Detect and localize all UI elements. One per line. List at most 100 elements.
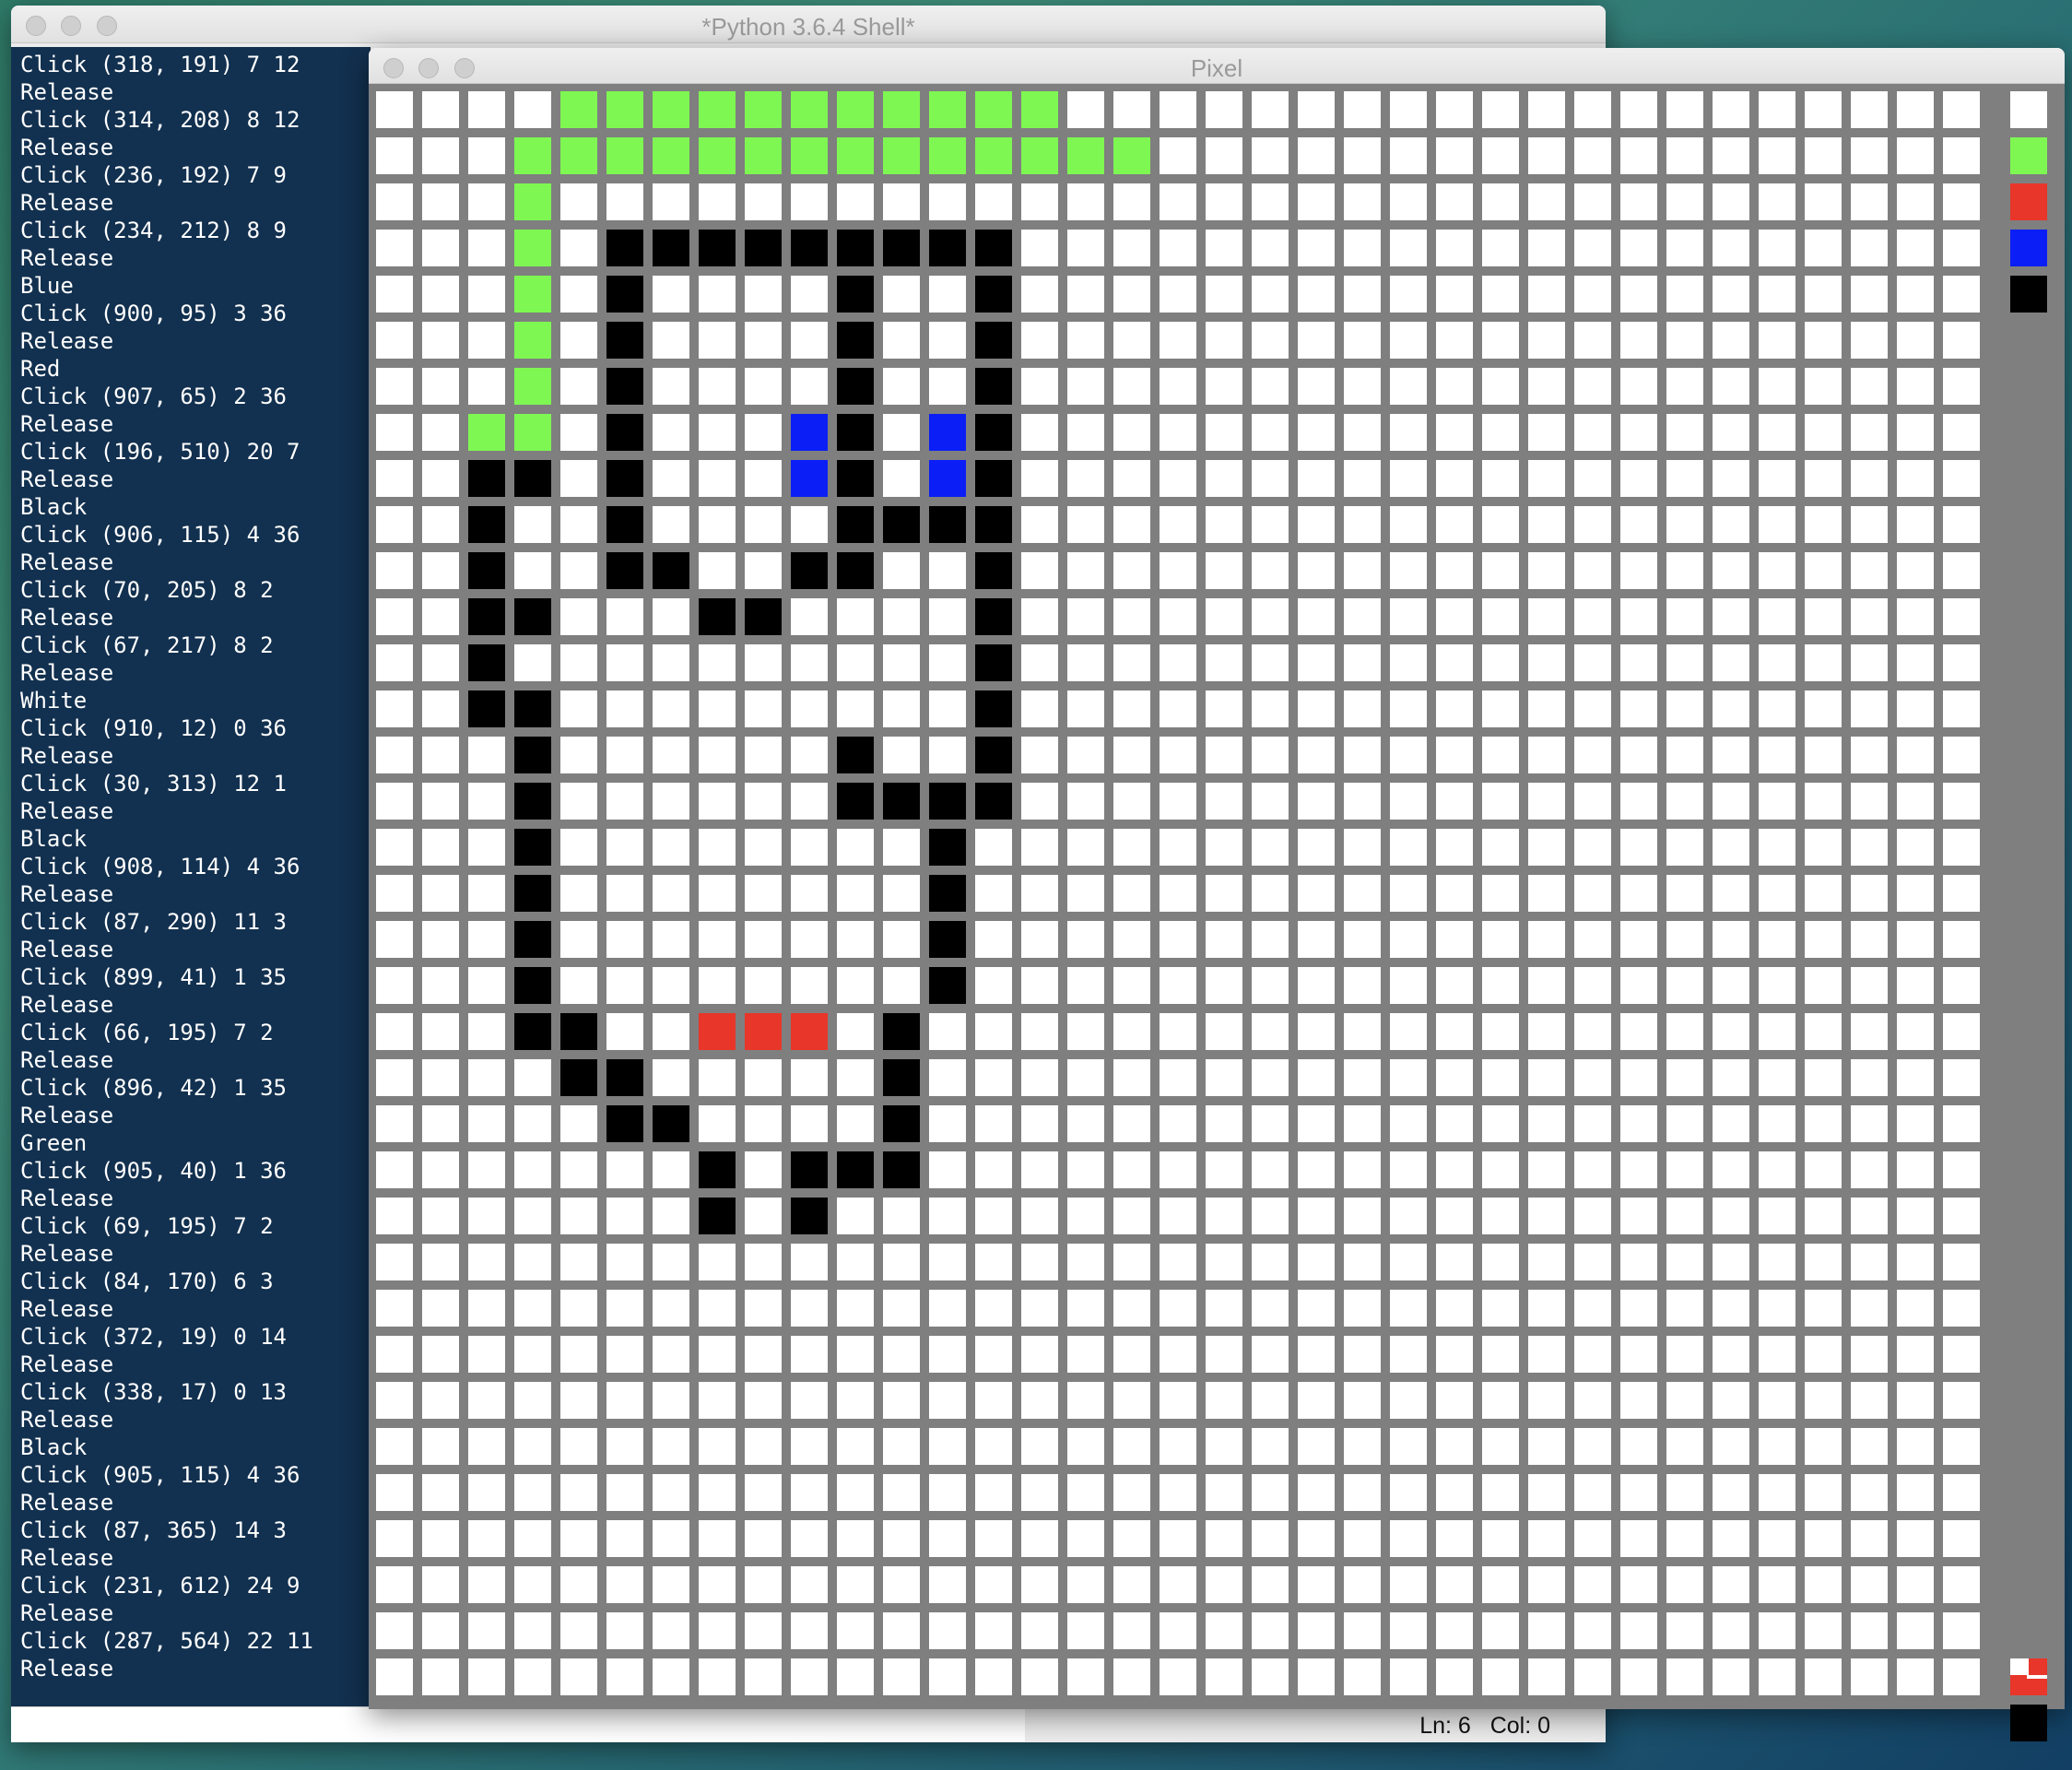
pixel-cell[interactable] <box>1206 1336 1242 1373</box>
pixel-cell[interactable] <box>653 1013 689 1050</box>
pixel-cell[interactable] <box>1851 967 1888 1004</box>
pixel-cell[interactable] <box>1528 875 1565 912</box>
pixel-cell[interactable] <box>1206 829 1242 866</box>
pixel-cell[interactable] <box>1113 368 1150 405</box>
pixel-cell[interactable] <box>1113 322 1150 359</box>
pixel-cell[interactable] <box>1943 921 1980 958</box>
pixel-cell[interactable] <box>422 783 459 820</box>
pixel-cell[interactable] <box>1620 1198 1657 1234</box>
pixel-cell[interactable] <box>606 1244 643 1280</box>
pixel-cell[interactable] <box>376 506 413 543</box>
pixel-cell[interactable] <box>1897 322 1934 359</box>
pixel-cell[interactable] <box>1897 1151 1934 1188</box>
pixel-cell[interactable] <box>1344 1520 1381 1557</box>
pixel-cell[interactable] <box>1206 322 1242 359</box>
pixel-cell[interactable] <box>1759 690 1795 727</box>
pixel-cell[interactable] <box>1759 1244 1795 1280</box>
pixel-cell[interactable] <box>929 921 966 958</box>
pixel-cell[interactable] <box>1851 1612 1888 1649</box>
pixel-cell[interactable] <box>1252 322 1289 359</box>
pixel-cell[interactable] <box>837 690 874 727</box>
pixel-cell[interactable] <box>422 829 459 866</box>
pixel-cell[interactable] <box>837 1059 874 1096</box>
pixel-cell[interactable] <box>791 1336 828 1373</box>
pixel-cell[interactable] <box>514 1198 551 1234</box>
pixel-cell[interactable] <box>606 644 643 681</box>
pixel-cell[interactable] <box>1943 1520 1980 1557</box>
pixel-cell[interactable] <box>1620 506 1657 543</box>
pixel-cell[interactable] <box>929 875 966 912</box>
pixel-cell[interactable] <box>1206 137 1242 174</box>
pixel-cell[interactable] <box>606 1059 643 1096</box>
pixel-cell[interactable] <box>1666 414 1703 451</box>
pixel-cell[interactable] <box>376 967 413 1004</box>
pixel-cell[interactable] <box>1897 368 1934 405</box>
pixel-cell[interactable] <box>1252 644 1289 681</box>
pixel-cell[interactable] <box>1344 276 1381 313</box>
pixel-cell[interactable] <box>1298 322 1335 359</box>
pixel-cell[interactable] <box>606 506 643 543</box>
pixel-cell[interactable] <box>606 783 643 820</box>
pixel-cell[interactable] <box>1713 1566 1749 1603</box>
pixel-cell[interactable] <box>1298 552 1335 589</box>
pixel-cell[interactable] <box>1390 598 1427 635</box>
pixel-cell[interactable] <box>1620 967 1657 1004</box>
pixel-cell[interactable] <box>1390 1105 1427 1142</box>
pixel-cell[interactable] <box>1666 506 1703 543</box>
pixel-cell[interactable] <box>1390 1382 1427 1419</box>
pixel-cell[interactable] <box>1759 1105 1795 1142</box>
pixel-cell[interactable] <box>653 183 689 220</box>
pixel-cell[interactable] <box>468 91 505 128</box>
pixel-cell[interactable] <box>1528 967 1565 1004</box>
pixel-cell[interactable] <box>376 552 413 589</box>
pixel-cell[interactable] <box>1113 506 1150 543</box>
pixel-cell[interactable] <box>791 644 828 681</box>
pixel-cell[interactable] <box>422 1151 459 1188</box>
pixel-cell[interactable] <box>1344 1105 1381 1142</box>
pixel-cell[interactable] <box>1759 91 1795 128</box>
pixel-cell[interactable] <box>1390 552 1427 589</box>
pixel-cell[interactable] <box>1344 598 1381 635</box>
pixel-cell[interactable] <box>1713 921 1749 958</box>
pixel-cell[interactable] <box>1390 368 1427 405</box>
pixel-cell[interactable] <box>422 1382 459 1419</box>
pixel-cell[interactable] <box>1436 1428 1473 1465</box>
pixel-cell[interactable] <box>837 921 874 958</box>
pixel-cell[interactable] <box>837 183 874 220</box>
pixel-cell[interactable] <box>1436 921 1473 958</box>
pixel-cell[interactable] <box>560 1013 597 1050</box>
pixel-cell[interactable] <box>745 829 782 866</box>
pixel-cell[interactable] <box>1344 1151 1381 1188</box>
pixel-cell[interactable] <box>653 276 689 313</box>
pixel-cell[interactable] <box>883 1612 920 1649</box>
pixel-cell[interactable] <box>1482 1382 1519 1419</box>
pixel-cell[interactable] <box>514 1290 551 1327</box>
pixel-cell[interactable] <box>975 460 1012 497</box>
pixel-cell[interactable] <box>514 829 551 866</box>
pixel-cell[interactable] <box>653 967 689 1004</box>
pixel-cell[interactable] <box>1943 1612 1980 1649</box>
pixel-cell[interactable] <box>560 1105 597 1142</box>
pixel-cell[interactable] <box>699 1198 736 1234</box>
pixel-cell[interactable] <box>1298 1198 1335 1234</box>
pixel-cell[interactable] <box>1160 276 1196 313</box>
pixel-cell[interactable] <box>1713 1013 1749 1050</box>
pixel-cell[interactable] <box>1897 1059 1934 1096</box>
pixel-cell[interactable] <box>1252 506 1289 543</box>
pixel-cell[interactable] <box>1436 783 1473 820</box>
pixel-cell[interactable] <box>1113 875 1150 912</box>
pixel-cell[interactable] <box>1666 1336 1703 1373</box>
pixel-cell[interactable] <box>560 690 597 727</box>
pixel-cell[interactable] <box>791 1382 828 1419</box>
pixel-cell[interactable] <box>560 1198 597 1234</box>
pixel-cell[interactable] <box>1252 1428 1289 1465</box>
pixel-cell[interactable] <box>1298 460 1335 497</box>
pixel-cell[interactable] <box>745 368 782 405</box>
pixel-cell[interactable] <box>1528 1013 1565 1050</box>
pixel-cell[interactable] <box>1252 1520 1289 1557</box>
pixel-cell[interactable] <box>975 552 1012 589</box>
pixel-cell[interactable] <box>1113 1336 1150 1373</box>
pixel-cell[interactable] <box>1436 1059 1473 1096</box>
pixel-cell[interactable] <box>975 1428 1012 1465</box>
pixel-cell[interactable] <box>929 829 966 866</box>
